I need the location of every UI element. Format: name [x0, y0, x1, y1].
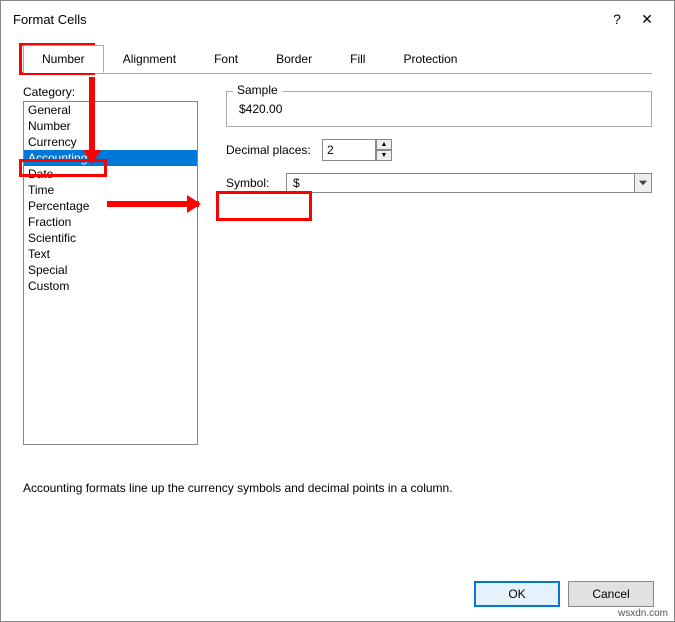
category-item-time[interactable]: Time — [24, 182, 197, 198]
spinner-down-icon[interactable]: ▼ — [376, 150, 392, 161]
symbol-value: $ — [286, 173, 634, 193]
tab-font[interactable]: Font — [195, 45, 257, 73]
category-item-accounting[interactable]: Accounting — [24, 150, 197, 166]
symbol-row: Symbol: $ — [226, 173, 652, 193]
tab-alignment[interactable]: Alignment — [104, 45, 195, 73]
category-item-general[interactable]: General — [24, 102, 197, 118]
arrow-right-icon — [107, 201, 199, 207]
left-column: Category: GeneralNumberCurrencyAccountin… — [23, 85, 208, 445]
category-item-number[interactable]: Number — [24, 118, 197, 134]
decimal-spinner[interactable]: ▲ ▼ — [376, 139, 392, 161]
category-item-scientific[interactable]: Scientific — [24, 230, 197, 246]
category-description: Accounting formats line up the currency … — [23, 481, 652, 495]
dialog-footer: OK Cancel — [474, 581, 654, 607]
spinner-up-icon[interactable]: ▲ — [376, 139, 392, 150]
category-label: Category: — [23, 85, 208, 99]
watermark: wsxdn.com — [618, 608, 668, 619]
ok-button[interactable]: OK — [474, 581, 560, 607]
category-item-text[interactable]: Text — [24, 246, 197, 262]
close-button[interactable]: ✕ — [632, 11, 662, 28]
window-title: Format Cells — [13, 12, 602, 27]
decimal-places-input[interactable]: ▲ ▼ — [322, 139, 392, 161]
tab-protection[interactable]: Protection — [384, 45, 476, 73]
right-column: Sample $420.00 Decimal places: ▲ ▼ Symbo… — [208, 85, 652, 445]
dialog-body: Category: GeneralNumberCurrencyAccountin… — [1, 73, 674, 445]
tab-strip: Number Alignment Font Border Fill Protec… — [23, 45, 674, 73]
sample-value: $420.00 — [239, 102, 639, 116]
category-item-fraction[interactable]: Fraction — [24, 214, 197, 230]
category-item-special[interactable]: Special — [24, 262, 197, 278]
cancel-button[interactable]: Cancel — [568, 581, 654, 607]
tab-fill[interactable]: Fill — [331, 45, 384, 73]
category-item-currency[interactable]: Currency — [24, 134, 197, 150]
arrow-down-icon — [89, 77, 95, 162]
symbol-label: Symbol: — [226, 176, 286, 190]
tab-border[interactable]: Border — [257, 45, 331, 73]
help-button[interactable]: ? — [602, 11, 632, 27]
decimal-value-field[interactable] — [322, 139, 376, 161]
decimal-label: Decimal places: — [226, 143, 322, 157]
sample-legend: Sample — [233, 83, 282, 97]
symbol-select[interactable]: $ — [286, 173, 652, 193]
chevron-down-icon[interactable] — [634, 173, 652, 193]
category-item-custom[interactable]: Custom — [24, 278, 197, 294]
sample-box: Sample $420.00 — [226, 91, 652, 127]
tab-border-line — [23, 73, 652, 74]
category-item-date[interactable]: Date — [24, 166, 197, 182]
tab-number[interactable]: Number — [23, 45, 104, 73]
category-listbox[interactable]: GeneralNumberCurrencyAccountingDateTimeP… — [23, 101, 198, 445]
titlebar: Format Cells ? ✕ — [1, 1, 674, 37]
decimal-row: Decimal places: ▲ ▼ — [226, 139, 652, 161]
